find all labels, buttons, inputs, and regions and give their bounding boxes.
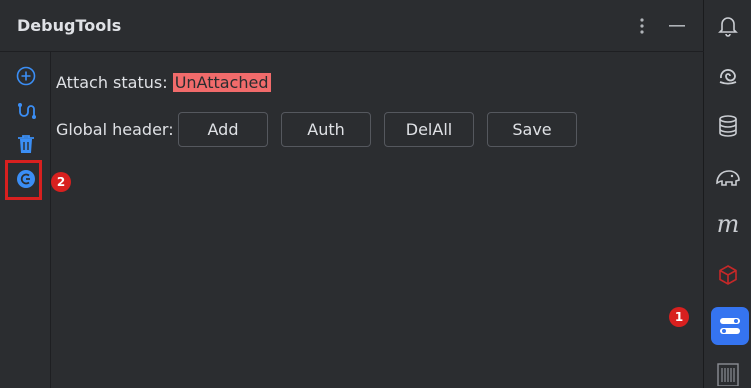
- auth-button[interactable]: Auth: [281, 112, 371, 147]
- cube-icon[interactable]: [714, 261, 742, 289]
- database-icon[interactable]: [714, 112, 742, 140]
- right-tool-window-bar: m: [704, 0, 751, 388]
- panel-title: DebugTools: [17, 16, 122, 35]
- m-icon[interactable]: m: [714, 210, 742, 238]
- attach-status: Attach status: UnAttached: [56, 73, 271, 92]
- swirl-icon[interactable]: [714, 61, 742, 89]
- annotation-badge-1: 1: [669, 307, 689, 327]
- barcode-icon[interactable]: [714, 360, 742, 388]
- annotation-badge-2: 2: [51, 172, 71, 192]
- save-button[interactable]: Save: [487, 112, 577, 147]
- trash-icon[interactable]: [13, 131, 39, 157]
- route-icon[interactable]: [13, 98, 39, 124]
- global-header-label: Global header:: [56, 120, 174, 139]
- attach-status-value: UnAttached: [172, 73, 271, 92]
- left-toolbar: [0, 52, 51, 388]
- debug-tools-icon[interactable]: [711, 307, 749, 345]
- bell-icon[interactable]: [714, 12, 742, 40]
- elephant-icon[interactable]: [714, 163, 742, 191]
- attach-status-label: Attach status:: [56, 73, 168, 92]
- add-circle-icon[interactable]: [13, 63, 39, 89]
- add-button[interactable]: Add: [178, 112, 268, 147]
- more-options-icon[interactable]: [630, 14, 654, 38]
- annotation-highlight-box: [5, 160, 42, 200]
- panel-header: DebugTools: [0, 0, 704, 52]
- minimize-icon[interactable]: [665, 14, 689, 38]
- delall-button[interactable]: DelAll: [384, 112, 474, 147]
- debugtools-panel: DebugTools 2 Attach status: UnAttached G…: [0, 0, 704, 388]
